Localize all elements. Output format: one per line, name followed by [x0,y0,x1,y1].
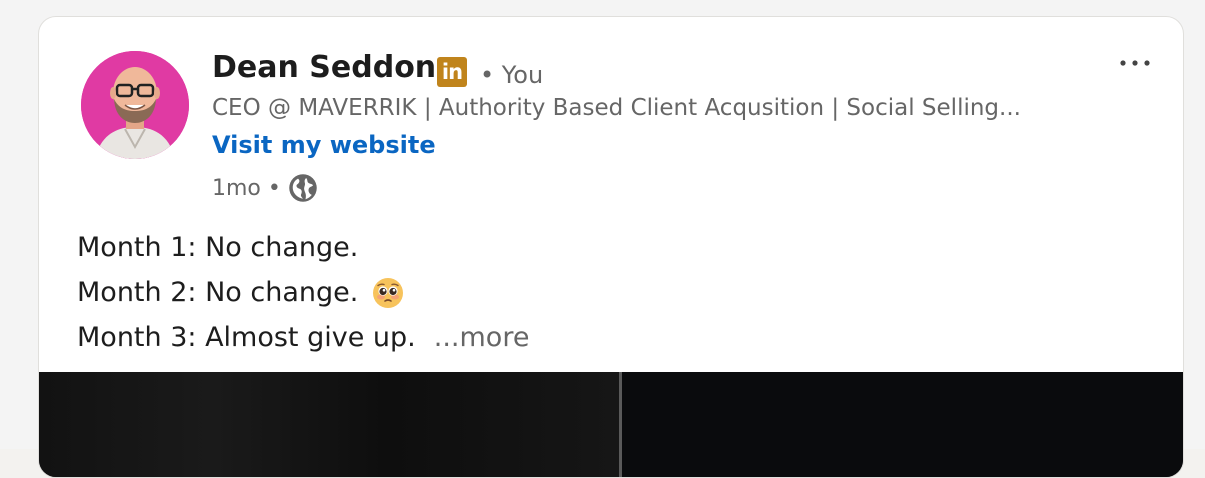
connection-degree: • You [480,61,544,89]
post-media-video[interactable] [39,372,1183,477]
author-name[interactable]: Dean Seddon [212,50,436,85]
post-line-text: Month 2: No change. [77,277,359,308]
post-line: Month 2: No change. [77,270,529,315]
post-line: Month 1: No change. [77,225,529,270]
media-left-panel [39,372,619,477]
pleading-face-emoji-icon [373,277,404,308]
linkedin-premium-badge-icon: in [437,57,467,87]
post-options-button[interactable] [1115,43,1155,83]
see-more-button[interactable]: ...more [434,315,530,360]
post-line-text: Month 1: No change. [77,232,359,263]
meta-separator: • [267,175,281,201]
globe-icon [289,174,317,202]
author-headline: CEO @ MAVERRIK | Authority Based Client … [212,95,1021,121]
post-line: Month 3: Almost give up. ...more [77,315,529,360]
author-avatar[interactable] [81,51,189,159]
feed-post-card: Dean Seddon in • You CEO @ MAVERRIK | Au… [38,16,1184,478]
post-line-text: Month 3: Almost give up. [77,322,416,353]
more-horizontal-icon [1120,60,1150,66]
post-body: Month 1: No change. Month 2: No change. … [77,225,529,360]
post-meta: 1mo • [212,173,318,203]
post-timestamp: 1mo [212,175,261,201]
visit-website-link[interactable]: Visit my website [212,131,436,159]
media-right-panel [622,372,1183,477]
avatar-photo [81,51,189,159]
